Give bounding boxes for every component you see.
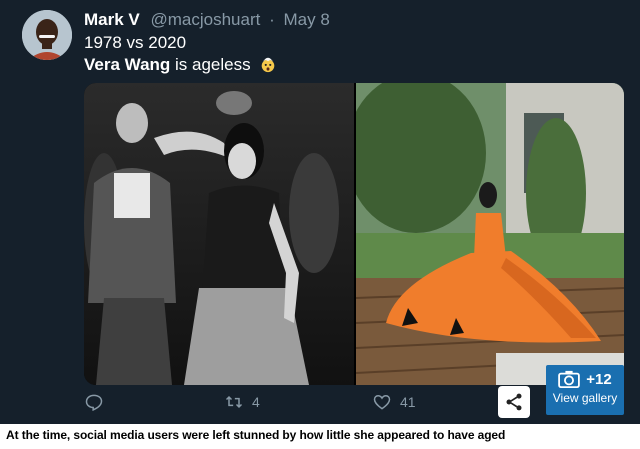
gallery-header: +12 [546, 365, 624, 388]
share-button[interactable] [498, 386, 530, 418]
view-gallery-button[interactable]: +12 View gallery [546, 365, 624, 415]
avatar-image [22, 10, 72, 60]
reply-button[interactable] [84, 392, 104, 412]
like-count: 41 [400, 394, 416, 410]
user-handle[interactable]: @macjoshuart [150, 10, 260, 29]
article-caption: At the time, social media users were lef… [6, 428, 506, 442]
retweet-button[interactable]: 4 [224, 392, 260, 412]
photo-1978-image [84, 83, 354, 385]
gallery-label: View gallery [552, 391, 618, 405]
share-icon [506, 393, 522, 411]
mention-name: Vera Wang [84, 55, 171, 74]
reply-icon [85, 394, 103, 412]
tweet-date[interactable]: May 8 [283, 10, 329, 29]
photo-2020[interactable] [356, 83, 624, 385]
tweet-actions: 4 41 [0, 386, 640, 418]
like-button[interactable]: 41 [372, 392, 416, 412]
separator: · [269, 10, 275, 29]
camera-icon [558, 370, 581, 388]
photo-2020-image [356, 83, 624, 385]
exploding-head-emoji-icon [262, 57, 275, 73]
avatar[interactable] [22, 10, 72, 60]
tweet-text-line-1: 1978 vs 2020 [84, 33, 187, 52]
heart-icon [373, 394, 391, 410]
retweet-count: 4 [252, 394, 260, 410]
photo-1978[interactable] [84, 83, 354, 385]
tweet-card: Mark V @macjoshuart · May 8 1978 vs 2020… [0, 0, 640, 424]
display-name[interactable]: Mark V [84, 10, 140, 29]
tweet-text-rest: is ageless [170, 55, 251, 74]
retweet-icon [225, 395, 243, 409]
tweet-header: Mark V @macjoshuart · May 8 [84, 9, 330, 31]
gallery-count: +12 [586, 370, 612, 388]
tweet-media[interactable] [84, 83, 624, 385]
tweet-text-line-2: Vera Wang is ageless [84, 54, 277, 76]
